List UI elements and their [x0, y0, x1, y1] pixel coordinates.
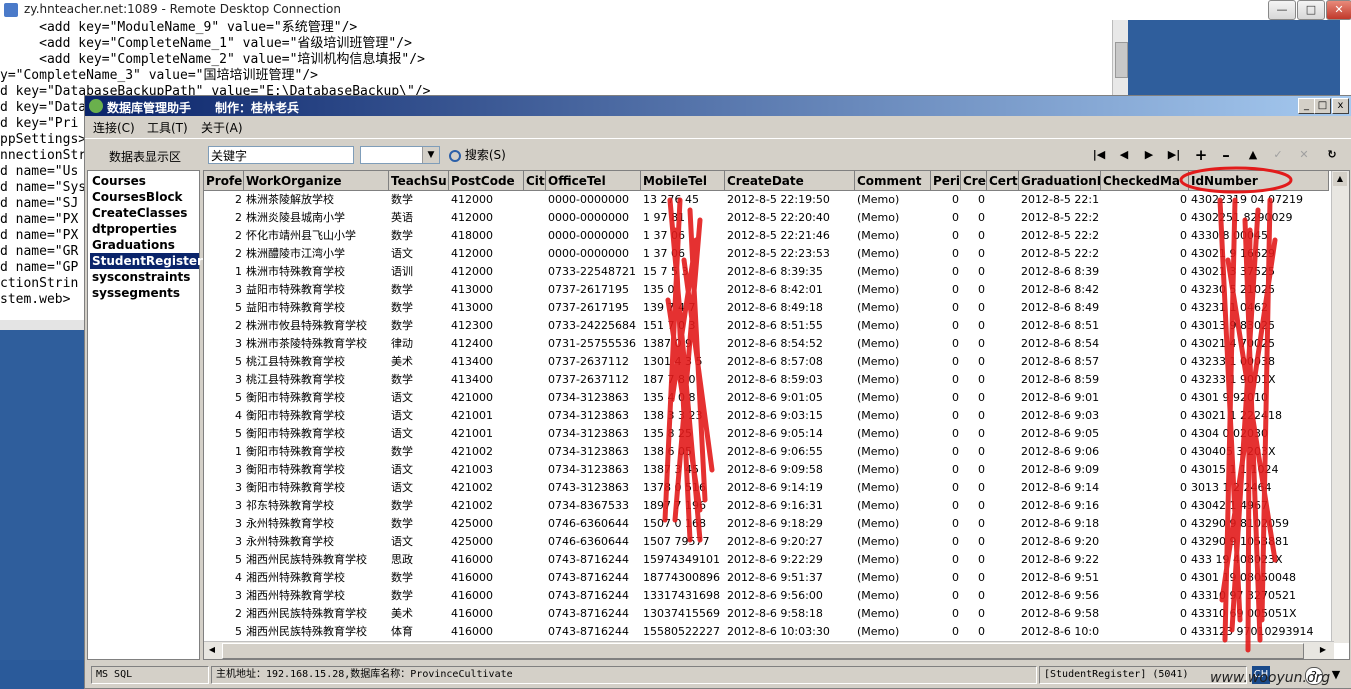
- mobile-scribble: [662, 197, 715, 543]
- red-scribble-overlay: [662, 166, 1293, 653]
- idnumber-scribble: [1217, 197, 1278, 653]
- idnumber-circle: [1179, 166, 1293, 194]
- watermark: www.wooyun.org: [1210, 670, 1331, 686]
